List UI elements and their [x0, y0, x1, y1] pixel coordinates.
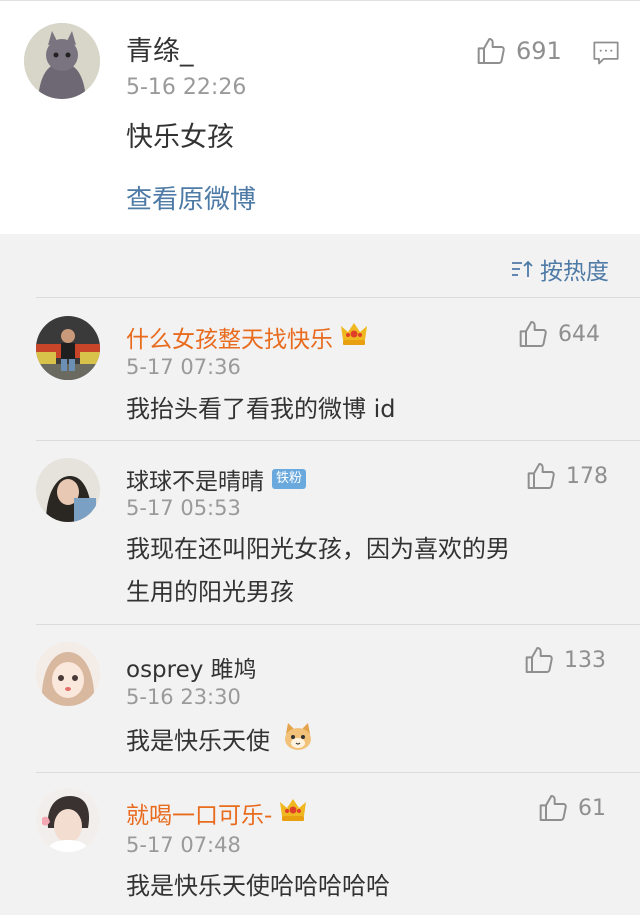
like-button[interactable]: 178 — [526, 460, 608, 492]
like-count: 644 — [558, 321, 600, 347]
thumbs-up-icon — [518, 318, 550, 350]
comment-username[interactable]: 就喝一口可乐- — [126, 796, 308, 830]
thumbs-up-icon — [538, 792, 570, 824]
avatar[interactable] — [36, 316, 100, 380]
like-button[interactable]: 133 — [524, 644, 606, 676]
thumbs-up-icon — [476, 35, 508, 67]
comment-icon — [592, 39, 620, 67]
divider — [36, 624, 640, 625]
comment-timestamp: 5-17 05:53 — [126, 496, 241, 520]
like-count: 691 — [516, 37, 562, 65]
original-post-card: 青绦_ 5-16 22:26 快乐女孩 查看原微博 691 — [0, 0, 640, 234]
comment-text: 我现在还叫阳光女孩，因为喜欢的男 生用的阳光男孩 — [126, 535, 510, 606]
comment-username[interactable]: 球球不是晴晴 铁粉 — [126, 462, 307, 496]
comment-timestamp: 5-16 23:30 — [126, 685, 241, 709]
comment-timestamp: 5-17 07:48 — [126, 833, 241, 857]
comment-text: 我是快乐天使哈哈哈哈哈 — [126, 872, 390, 900]
divider — [36, 440, 640, 441]
comment-text: 我抬头看了看我的微博 id — [126, 395, 396, 423]
crown-badge-icon — [339, 320, 369, 354]
avatar[interactable] — [36, 458, 100, 522]
comment-timestamp: 5-17 07:36 — [126, 355, 241, 379]
like-count: 61 — [578, 795, 606, 821]
thumbs-up-icon — [524, 644, 556, 676]
view-original-post-link[interactable]: 查看原微博 — [126, 179, 256, 216]
post-text: 快乐女孩 — [126, 122, 234, 153]
sort-by-hot-button[interactable]: 按热度 — [510, 252, 609, 286]
iron-fan-badge: 铁粉 — [272, 469, 307, 489]
avatar[interactable] — [24, 23, 100, 99]
like-count: 133 — [564, 647, 606, 673]
like-count: 178 — [566, 463, 608, 489]
divider — [36, 297, 640, 298]
sort-icon — [510, 257, 534, 281]
comment-button[interactable] — [592, 39, 620, 67]
avatar[interactable] — [36, 642, 100, 706]
avatar[interactable] — [36, 788, 100, 852]
like-button[interactable]: 691 — [476, 35, 562, 67]
comment-username[interactable]: osprey 雎鸠 — [126, 650, 257, 684]
like-button[interactable]: 644 — [518, 318, 600, 350]
like-button[interactable]: 61 — [538, 792, 606, 824]
divider — [36, 772, 640, 773]
comment-username[interactable]: 什么女孩整天找快乐 — [126, 320, 369, 354]
cat-emoji-icon — [282, 722, 314, 762]
comment-text: 我是快乐天使 — [126, 722, 606, 762]
post-timestamp: 5-16 22:26 — [126, 75, 247, 100]
crown-badge-icon — [278, 796, 308, 830]
thumbs-up-icon — [526, 460, 558, 492]
sort-label: 按热度 — [540, 259, 609, 285]
post-username[interactable]: 青绦_ — [126, 29, 194, 68]
